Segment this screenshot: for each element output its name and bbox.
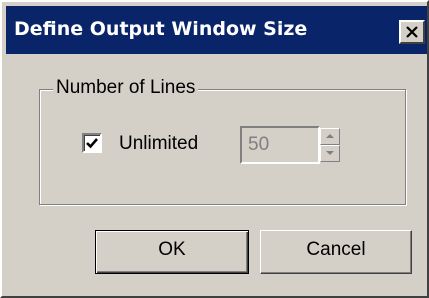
unlimited-label[interactable]: Unlimited (119, 133, 198, 155)
group-label: Number of Lines (53, 77, 199, 99)
ok-button[interactable]: OK (95, 230, 249, 274)
close-button[interactable] (399, 20, 425, 44)
cancel-button[interactable]: Cancel (260, 230, 412, 274)
title-bar: Define Output Window Size (6, 6, 427, 54)
close-icon (406, 26, 418, 38)
spin-down-button[interactable] (320, 145, 340, 162)
checkmark-icon (86, 138, 98, 149)
unlimited-checkbox[interactable] (82, 133, 102, 153)
window-title: Define Output Window Size (14, 18, 308, 40)
lines-count-input[interactable] (240, 126, 320, 164)
arrow-up-icon (326, 134, 334, 138)
arrow-down-icon (326, 151, 334, 155)
spin-up-button[interactable] (320, 128, 340, 145)
define-output-window-size-dialog: Define Output Window Size Number of Line… (0, 0, 429, 298)
